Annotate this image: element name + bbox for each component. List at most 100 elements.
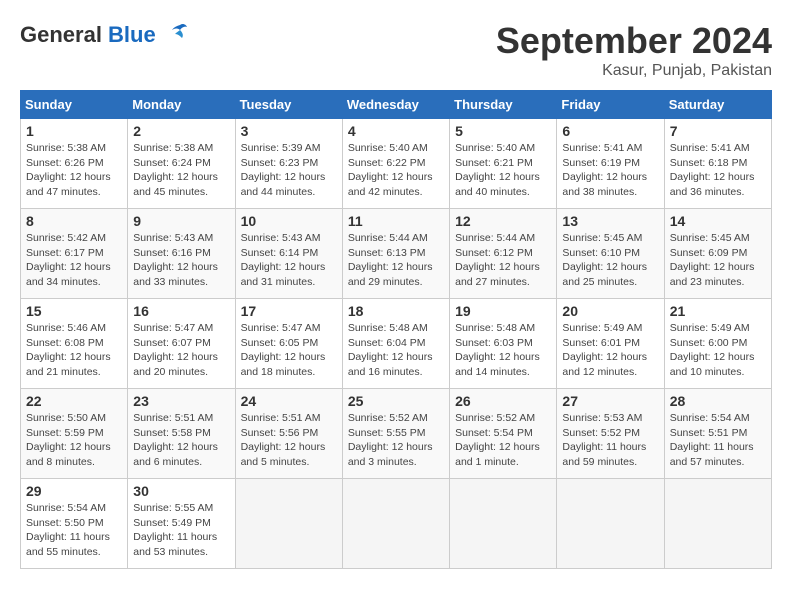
calendar-table: SundayMondayTuesdayWednesdayThursdayFrid… — [20, 90, 772, 569]
calendar-cell: 3 Sunrise: 5:39 AM Sunset: 6:23 PM Daylig… — [235, 119, 342, 209]
day-info: Sunrise: 5:52 AM Sunset: 5:54 PM Dayligh… — [455, 411, 551, 470]
day-info: Sunrise: 5:44 AM Sunset: 6:13 PM Dayligh… — [348, 231, 444, 290]
day-number: 25 — [348, 393, 444, 409]
calendar-cell: 29 Sunrise: 5:54 AM Sunset: 5:50 PM Dayli… — [21, 479, 128, 569]
day-info: Sunrise: 5:55 AM Sunset: 5:49 PM Dayligh… — [133, 501, 229, 560]
calendar-cell: 4 Sunrise: 5:40 AM Sunset: 6:22 PM Daylig… — [342, 119, 449, 209]
calendar-week-4: 22 Sunrise: 5:50 AM Sunset: 5:59 PM Dayli… — [21, 389, 772, 479]
day-info: Sunrise: 5:40 AM Sunset: 6:22 PM Dayligh… — [348, 141, 444, 200]
day-info: Sunrise: 5:40 AM Sunset: 6:21 PM Dayligh… — [455, 141, 551, 200]
calendar-week-5: 29 Sunrise: 5:54 AM Sunset: 5:50 PM Dayli… — [21, 479, 772, 569]
calendar-cell: 23 Sunrise: 5:51 AM Sunset: 5:58 PM Dayli… — [128, 389, 235, 479]
calendar-cell: 17 Sunrise: 5:47 AM Sunset: 6:05 PM Dayli… — [235, 299, 342, 389]
calendar-cell: 7 Sunrise: 5:41 AM Sunset: 6:18 PM Daylig… — [664, 119, 771, 209]
calendar-cell: 9 Sunrise: 5:43 AM Sunset: 6:16 PM Daylig… — [128, 209, 235, 299]
day-number: 27 — [562, 393, 658, 409]
column-header-sunday: Sunday — [21, 91, 128, 119]
day-info: Sunrise: 5:39 AM Sunset: 6:23 PM Dayligh… — [241, 141, 337, 200]
calendar-cell: 8Sunrise: 5:42 AM Sunset: 6:17 PM Daylig… — [21, 209, 128, 299]
calendar-cell — [450, 479, 557, 569]
column-header-saturday: Saturday — [664, 91, 771, 119]
day-number: 9 — [133, 213, 229, 229]
column-header-friday: Friday — [557, 91, 664, 119]
day-info: Sunrise: 5:41 AM Sunset: 6:19 PM Dayligh… — [562, 141, 658, 200]
calendar-cell: 30Sunrise: 5:55 AM Sunset: 5:49 PM Dayli… — [128, 479, 235, 569]
calendar-header-row: SundayMondayTuesdayWednesdayThursdayFrid… — [21, 91, 772, 119]
day-info: Sunrise: 5:53 AM Sunset: 5:52 PM Dayligh… — [562, 411, 658, 470]
calendar-cell: 27 Sunrise: 5:53 AM Sunset: 5:52 PM Dayli… — [557, 389, 664, 479]
calendar-cell: 1 Sunrise: 5:38 AM Sunset: 6:26 PM Daylig… — [21, 119, 128, 209]
logo-text: General Blue — [20, 22, 156, 48]
day-number: 16 — [133, 303, 229, 319]
day-number: 17 — [241, 303, 337, 319]
day-number: 6 — [562, 123, 658, 139]
month-title: September 2024 — [496, 20, 772, 62]
calendar-cell: 6 Sunrise: 5:41 AM Sunset: 6:19 PM Daylig… — [557, 119, 664, 209]
day-info: Sunrise: 5:49 AM Sunset: 6:00 PM Dayligh… — [670, 321, 766, 380]
day-number: 13 — [562, 213, 658, 229]
day-number: 19 — [455, 303, 551, 319]
day-info: Sunrise: 5:51 AM Sunset: 5:58 PM Dayligh… — [133, 411, 229, 470]
day-number: 14 — [670, 213, 766, 229]
calendar-cell: 19 Sunrise: 5:48 AM Sunset: 6:03 PM Dayli… — [450, 299, 557, 389]
day-info: Sunrise: 5:49 AM Sunset: 6:01 PM Dayligh… — [562, 321, 658, 380]
calendar-cell — [664, 479, 771, 569]
day-number: 29 — [26, 483, 122, 499]
day-number: 15 — [26, 303, 122, 319]
calendar-cell: 12Sunrise: 5:44 AM Sunset: 6:12 PM Dayli… — [450, 209, 557, 299]
day-info: Sunrise: 5:54 AM Sunset: 5:50 PM Dayligh… — [26, 501, 122, 560]
calendar-cell: 20 Sunrise: 5:49 AM Sunset: 6:01 PM Dayli… — [557, 299, 664, 389]
day-info: Sunrise: 5:45 AM Sunset: 6:10 PM Dayligh… — [562, 231, 658, 290]
day-number: 4 — [348, 123, 444, 139]
calendar-cell — [557, 479, 664, 569]
day-info: Sunrise: 5:48 AM Sunset: 6:04 PM Dayligh… — [348, 321, 444, 380]
calendar-cell: 28 Sunrise: 5:54 AM Sunset: 5:51 PM Dayli… — [664, 389, 771, 479]
day-info: Sunrise: 5:50 AM Sunset: 5:59 PM Dayligh… — [26, 411, 122, 470]
calendar-cell: 25 Sunrise: 5:52 AM Sunset: 5:55 PM Dayli… — [342, 389, 449, 479]
day-info: Sunrise: 5:45 AM Sunset: 6:09 PM Dayligh… — [670, 231, 766, 290]
day-info: Sunrise: 5:48 AM Sunset: 6:03 PM Dayligh… — [455, 321, 551, 380]
day-number: 22 — [26, 393, 122, 409]
day-number: 11 — [348, 213, 444, 229]
day-number: 1 — [26, 123, 122, 139]
day-number: 8 — [26, 213, 122, 229]
calendar-cell: 18Sunrise: 5:48 AM Sunset: 6:04 PM Dayli… — [342, 299, 449, 389]
day-info: Sunrise: 5:38 AM Sunset: 6:26 PM Dayligh… — [26, 141, 122, 200]
calendar-cell: 11 Sunrise: 5:44 AM Sunset: 6:13 PM Dayli… — [342, 209, 449, 299]
day-info: Sunrise: 5:43 AM Sunset: 6:16 PM Dayligh… — [133, 231, 229, 290]
day-info: Sunrise: 5:52 AM Sunset: 5:55 PM Dayligh… — [348, 411, 444, 470]
day-number: 12 — [455, 213, 551, 229]
day-info: Sunrise: 5:54 AM Sunset: 5:51 PM Dayligh… — [670, 411, 766, 470]
day-number: 7 — [670, 123, 766, 139]
day-number: 5 — [455, 123, 551, 139]
calendar-cell: 2 Sunrise: 5:38 AM Sunset: 6:24 PM Daylig… — [128, 119, 235, 209]
day-number: 28 — [670, 393, 766, 409]
day-info: Sunrise: 5:51 AM Sunset: 5:56 PM Dayligh… — [241, 411, 337, 470]
day-info: Sunrise: 5:38 AM Sunset: 6:24 PM Dayligh… — [133, 141, 229, 200]
calendar-cell: 10Sunrise: 5:43 AM Sunset: 6:14 PM Dayli… — [235, 209, 342, 299]
calendar-cell: 26Sunrise: 5:52 AM Sunset: 5:54 PM Dayli… — [450, 389, 557, 479]
day-info: Sunrise: 5:47 AM Sunset: 6:07 PM Dayligh… — [133, 321, 229, 380]
calendar-cell: 14 Sunrise: 5:45 AM Sunset: 6:09 PM Dayli… — [664, 209, 771, 299]
column-header-tuesday: Tuesday — [235, 91, 342, 119]
calendar-cell: 22 Sunrise: 5:50 AM Sunset: 5:59 PM Dayli… — [21, 389, 128, 479]
day-number: 2 — [133, 123, 229, 139]
day-number: 3 — [241, 123, 337, 139]
calendar-cell: 13 Sunrise: 5:45 AM Sunset: 6:10 PM Dayli… — [557, 209, 664, 299]
day-number: 21 — [670, 303, 766, 319]
calendar-cell: 5 Sunrise: 5:40 AM Sunset: 6:21 PM Daylig… — [450, 119, 557, 209]
calendar-cell: 24Sunrise: 5:51 AM Sunset: 5:56 PM Dayli… — [235, 389, 342, 479]
calendar-cell: 16 Sunrise: 5:47 AM Sunset: 6:07 PM Dayli… — [128, 299, 235, 389]
calendar-week-2: 8Sunrise: 5:42 AM Sunset: 6:17 PM Daylig… — [21, 209, 772, 299]
page-header: General Blue September 2024 Kasur, Punja… — [20, 20, 772, 80]
day-number: 20 — [562, 303, 658, 319]
day-info: Sunrise: 5:41 AM Sunset: 6:18 PM Dayligh… — [670, 141, 766, 200]
day-info: Sunrise: 5:46 AM Sunset: 6:08 PM Dayligh… — [26, 321, 122, 380]
calendar-cell: 21 Sunrise: 5:49 AM Sunset: 6:00 PM Dayli… — [664, 299, 771, 389]
calendar-week-1: 1 Sunrise: 5:38 AM Sunset: 6:26 PM Daylig… — [21, 119, 772, 209]
day-info: Sunrise: 5:47 AM Sunset: 6:05 PM Dayligh… — [241, 321, 337, 380]
logo-bird-icon — [160, 20, 190, 50]
location: Kasur, Punjab, Pakistan — [496, 62, 772, 80]
day-number: 23 — [133, 393, 229, 409]
day-number: 10 — [241, 213, 337, 229]
